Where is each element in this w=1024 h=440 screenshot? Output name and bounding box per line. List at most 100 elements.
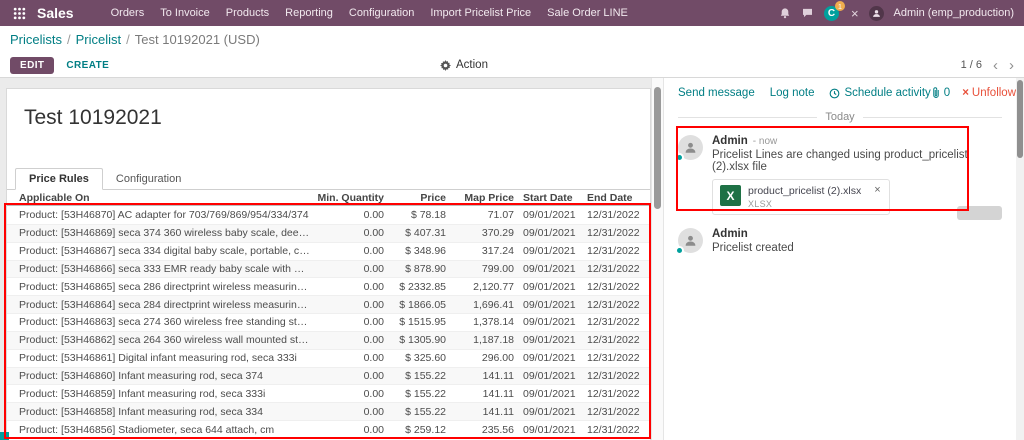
cell-start-date: 09/01/2021	[523, 387, 576, 400]
col-header-map-price[interactable]: Map Price	[446, 192, 514, 204]
cell-min-quantity: 0.00	[363, 316, 384, 329]
top-menu-item[interactable]: Reporting	[278, 4, 340, 22]
cell-min-quantity: 0.00	[363, 208, 384, 221]
message-content: Admin - now Pricelist Lines are changed …	[712, 135, 1002, 215]
log-note-button[interactable]: Log note	[770, 87, 815, 99]
price-rule-row[interactable]: Product: [53H46867] seca 334 digital bab…	[7, 241, 650, 260]
price-rules-table-body: Product: [53H46870] AC adapter for 703/7…	[7, 206, 650, 438]
cell-end-date: 12/31/2022	[587, 298, 640, 311]
cell-map-price: 370.29	[481, 227, 514, 240]
schedule-activity-button[interactable]: Schedule activity	[829, 87, 931, 99]
pager-next-icon[interactable]: ›	[1009, 58, 1014, 73]
price-rule-row[interactable]: Product: [53H46863] seca 274 360 wireles…	[7, 313, 650, 331]
messages-icon[interactable]	[801, 7, 814, 19]
attachment-card[interactable]: X product_pricelist (2).xlsx XLSX ×	[712, 179, 890, 215]
price-rule-row[interactable]: Product: [53H46860] Infant measuring rod…	[7, 366, 650, 385]
send-message-button[interactable]: Send message	[678, 87, 755, 99]
cell-end-date: 12/31/2022	[587, 316, 640, 329]
message-author[interactable]: Admin	[712, 135, 748, 147]
cell-map-price: 799.00	[481, 262, 514, 275]
col-header-start-date[interactable]: Start Date	[514, 192, 578, 204]
cell-applicable-on: Product: [53H46856] Stadiometer, seca 64…	[19, 423, 275, 436]
cell-end-date: 12/31/2022	[587, 208, 640, 221]
price-rule-row[interactable]: Product: [53H46866] seca 333 EMR ready b…	[7, 259, 650, 278]
cell-end-date: 12/31/2022	[587, 245, 640, 258]
price-rule-row[interactable]: Product: [53H46861] Digital infant measu…	[7, 348, 650, 367]
col-header-price[interactable]: Price	[384, 192, 446, 204]
action-menu-button[interactable]: Action	[440, 59, 488, 71]
price-rule-row[interactable]: Product: [53H46862] seca 264 360 wireles…	[7, 330, 650, 349]
cell-price: $ 325.60	[405, 352, 446, 365]
cell-map-price: 296.00	[481, 352, 514, 365]
attachment-meta: product_pricelist (2).xlsx XLSX	[748, 185, 861, 209]
attachment-delete-icon[interactable]: ×	[874, 185, 880, 196]
pager-counter[interactable]: 1 / 6	[961, 59, 982, 71]
avatar-person-icon	[685, 235, 696, 246]
chatter-message: Admin Pricelist created	[664, 219, 1016, 258]
cell-applicable-on: Product: [53H46870] AC adapter for 703/7…	[19, 208, 309, 221]
tab-configuration[interactable]: Configuration	[103, 169, 194, 189]
top-menu: Orders To Invoice Products Reporting Con…	[104, 4, 635, 22]
chatter-toolbar: Send message Log note Schedule activity …	[664, 78, 1016, 106]
cell-start-date: 09/01/2021	[523, 298, 576, 311]
price-rules-table-header: Applicable On Min. Quantity Price Map Pr…	[7, 190, 650, 206]
price-rule-row[interactable]: Product: [53H46858] Infant measuring rod…	[7, 402, 650, 421]
create-button[interactable]: CREATE	[66, 60, 109, 71]
price-rule-row[interactable]: Product: [53H46864] seca 284 directprint…	[7, 295, 650, 314]
unfollow-button[interactable]: × Unfollow	[962, 87, 1016, 99]
cell-end-date: 12/31/2022	[587, 387, 640, 400]
action-menu-label: Action	[456, 59, 488, 71]
tab-price-rules[interactable]: Price Rules	[15, 168, 103, 190]
notifications-bell-icon[interactable]	[779, 7, 791, 20]
price-rule-row[interactable]: Product: [53H46865] seca 286 directprint…	[7, 277, 650, 295]
teal-corner-fragment	[0, 432, 9, 440]
edit-button[interactable]: EDIT	[10, 56, 55, 74]
form-scrollbar-thumb[interactable]	[654, 87, 661, 209]
breadcrumb-pricelist[interactable]: Pricelist	[76, 32, 122, 47]
cell-min-quantity: 0.00	[363, 370, 384, 383]
price-rule-row[interactable]: Product: [53H46856] Stadiometer, seca 64…	[7, 420, 650, 438]
top-menu-item[interactable]: Configuration	[342, 4, 421, 22]
cell-start-date: 09/01/2021	[523, 370, 576, 383]
cell-applicable-on: Product: [53H46859] Infant measuring rod…	[19, 387, 266, 400]
top-menu-item[interactable]: To Invoice	[153, 4, 217, 22]
price-rule-row[interactable]: Product: [53H46859] Infant measuring rod…	[7, 384, 650, 402]
attachment-name[interactable]: product_pricelist (2).xlsx	[748, 185, 861, 197]
app-title[interactable]: Sales	[37, 5, 74, 21]
price-rule-row[interactable]: Product: [53H46869] seca 374 360 wireles…	[7, 223, 650, 242]
cell-price: $ 878.90	[405, 262, 446, 275]
price-rule-row[interactable]: Product: [53H46870] AC adapter for 703/7…	[7, 206, 650, 224]
page-scrollbar-track[interactable]	[1016, 78, 1024, 440]
online-status-dot	[675, 153, 684, 162]
pager-previous-icon[interactable]: ‹	[993, 58, 998, 73]
close-icon[interactable]: ×	[851, 7, 859, 20]
cell-end-date: 12/31/2022	[587, 262, 640, 275]
cell-applicable-on: Product: [53H46869] seca 374 360 wireles…	[19, 227, 314, 240]
form-scrollbar-track[interactable]	[651, 78, 664, 440]
cell-price: $ 155.22	[405, 370, 446, 383]
page-scrollbar-thumb[interactable]	[1017, 80, 1023, 158]
cell-map-price: 2,120.77	[473, 280, 514, 293]
top-menu-item[interactable]: Sale Order LINE	[540, 4, 635, 22]
top-menu-item[interactable]: Import Pricelist Price	[423, 4, 538, 22]
top-menu-item[interactable]: Products	[219, 4, 276, 22]
col-header-end-date[interactable]: End Date	[578, 192, 650, 204]
breadcrumb-pricelists[interactable]: Pricelists	[10, 32, 62, 47]
online-status-dot	[675, 246, 684, 255]
user-menu[interactable]: Admin (emp_production)	[894, 7, 1016, 19]
apps-grid-icon[interactable]	[8, 3, 30, 23]
credits-badge[interactable]: C 1	[823, 1, 845, 21]
cell-map-price: 1,696.41	[473, 298, 514, 311]
cell-applicable-on: Product: [53H46861] Digital infant measu…	[19, 352, 297, 365]
cell-start-date: 09/01/2021	[523, 423, 576, 436]
col-header-min-quantity[interactable]: Min. Quantity	[314, 192, 385, 204]
cell-price: $ 1866.05	[399, 298, 446, 311]
cell-map-price: 317.24	[481, 245, 514, 258]
message-author[interactable]: Admin	[712, 228, 748, 240]
col-header-applicable-on[interactable]: Applicable On	[7, 192, 314, 204]
cell-map-price: 141.11	[482, 370, 514, 383]
cell-end-date: 12/31/2022	[587, 370, 640, 383]
cell-start-date: 09/01/2021	[523, 262, 576, 275]
attachments-button[interactable]: 0	[931, 87, 950, 99]
top-menu-item[interactable]: Orders	[104, 4, 152, 22]
